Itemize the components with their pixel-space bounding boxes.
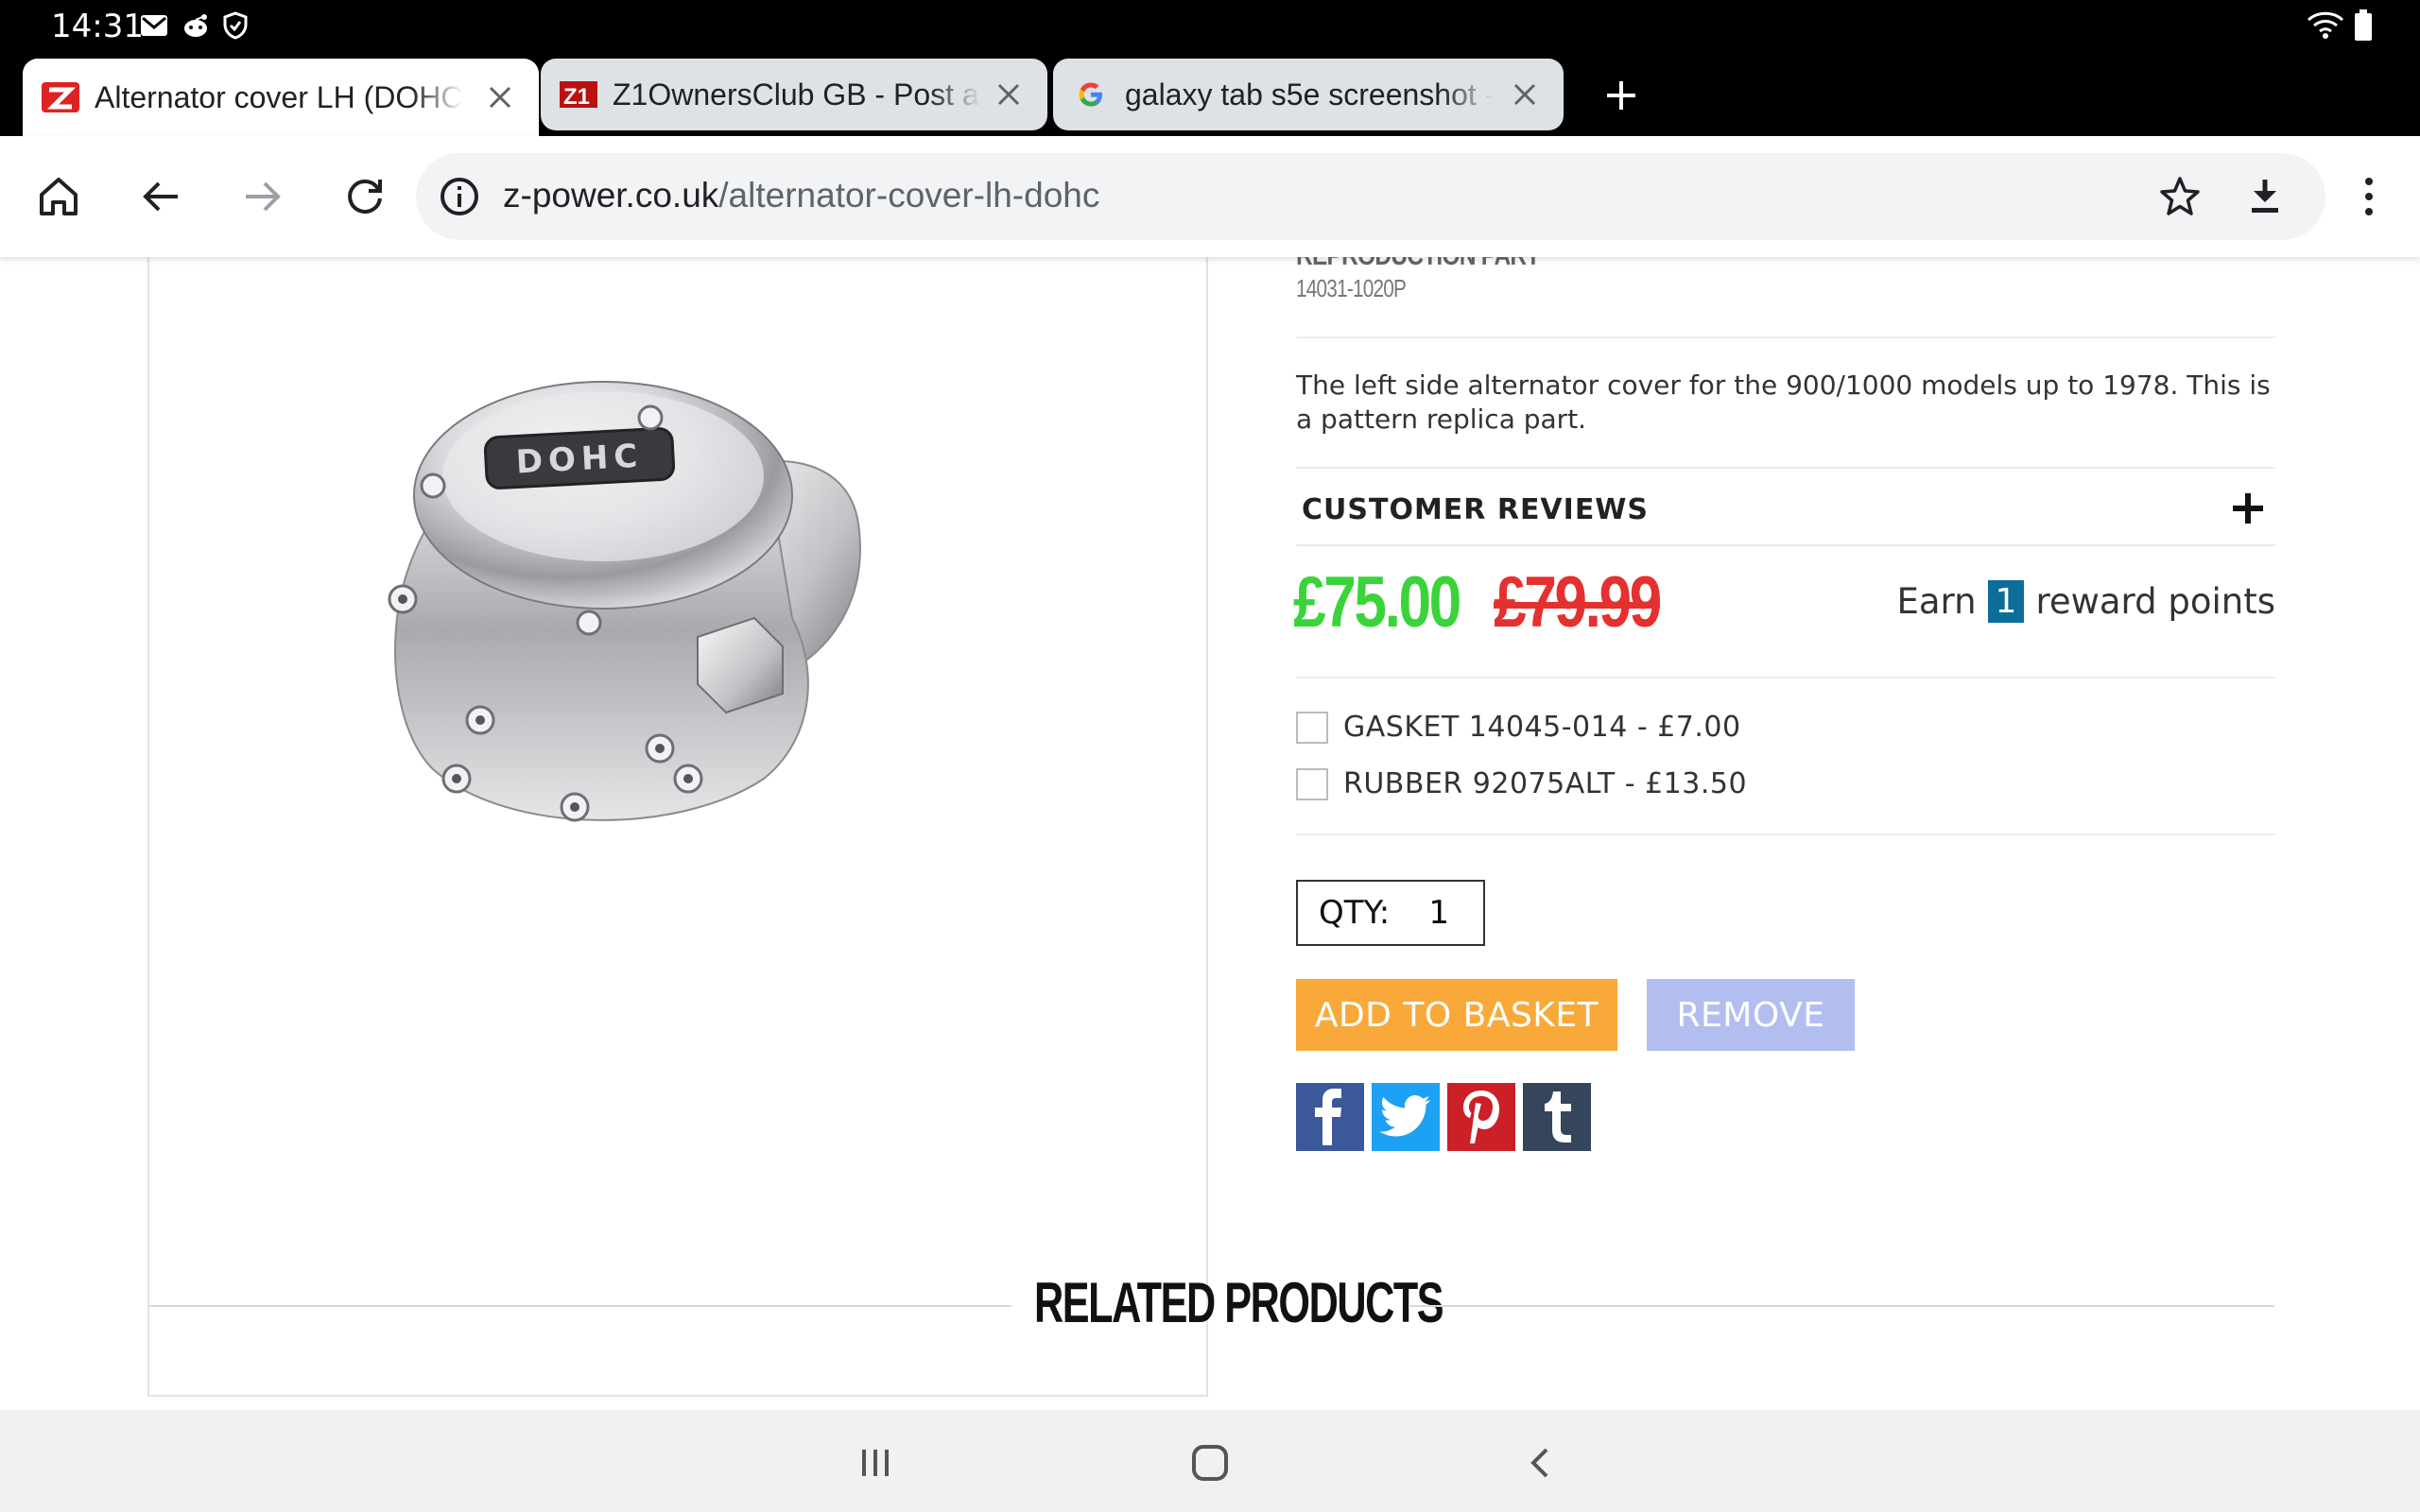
divider bbox=[1409, 1305, 2274, 1307]
wifi-icon bbox=[2307, 11, 2344, 39]
product-description: The left side alternator cover for the 9… bbox=[1296, 369, 2271, 435]
related-products-label: RELATED PRODUCTS bbox=[1034, 1271, 1444, 1334]
forward-button[interactable] bbox=[234, 168, 291, 225]
reddit-icon bbox=[184, 14, 207, 37]
qty-label: QTY: bbox=[1319, 894, 1391, 932]
points-badge: 1 bbox=[1987, 580, 2025, 623]
plus-icon[interactable] bbox=[2229, 490, 2267, 527]
chevron-left-icon bbox=[1530, 1448, 1548, 1478]
back-nav-button[interactable] bbox=[1514, 1436, 1567, 1489]
tab-title: Z1OwnersClub GB - Post a new topic bbox=[613, 77, 981, 112]
info-icon[interactable] bbox=[439, 176, 480, 217]
battery-icon bbox=[2355, 9, 2372, 41]
tab-inactive[interactable]: galaxy tab s5e screenshot - Google Searc… bbox=[1053, 59, 1564, 130]
close-tab-icon[interactable] bbox=[994, 80, 1023, 109]
home-nav-button[interactable] bbox=[1184, 1436, 1236, 1489]
related-products-heading: RELATED PRODUCTS bbox=[0, 1264, 2420, 1340]
facebook-share-button[interactable] bbox=[1296, 1083, 1364, 1151]
divider bbox=[1296, 467, 2275, 469]
divider bbox=[1296, 833, 2275, 835]
pinterest-share-button[interactable] bbox=[1447, 1083, 1515, 1151]
page-content: DOHC REPRODUCTION PART 14031-1020P The l… bbox=[0, 257, 2420, 1410]
bookmark-star-icon[interactable] bbox=[2157, 174, 2203, 219]
zpower-favicon-icon bbox=[42, 78, 79, 116]
twitter-share-button[interactable] bbox=[1372, 1083, 1440, 1151]
google-favicon-icon bbox=[1072, 76, 1110, 113]
option-label: GASKET 14045-014 - £7.00 bbox=[1343, 711, 1741, 744]
divider bbox=[147, 1305, 1011, 1307]
tab-strip: Alternator cover LH (DOHC) Z1 Owners Z1 … bbox=[0, 53, 2420, 136]
divider bbox=[1296, 336, 2275, 338]
recents-button[interactable] bbox=[849, 1436, 902, 1489]
option-label: RUBBER 92075ALT - £13.50 bbox=[1343, 767, 1748, 800]
tab-inactive[interactable]: Z1 Z1OwnersClub GB - Post a new topic bbox=[541, 59, 1047, 130]
z1-club-favicon-icon: Z1 bbox=[560, 76, 597, 113]
option-gasket[interactable]: GASKET 14045-014 - £7.00 bbox=[1296, 711, 1741, 744]
reload-button[interactable] bbox=[337, 168, 393, 225]
option-checkbox[interactable] bbox=[1296, 711, 1328, 744]
product-title: REPRODUCTION PART bbox=[1296, 257, 1540, 272]
arrow-right-icon bbox=[246, 181, 281, 212]
option-rubber[interactable]: RUBBER 92075ALT - £13.50 bbox=[1296, 767, 1747, 800]
pinterest-icon bbox=[1463, 1091, 1499, 1143]
tab-title: galaxy tab s5e screenshot - Google Searc… bbox=[1125, 77, 1494, 112]
close-tab-icon[interactable] bbox=[486, 83, 514, 112]
status-time: 14:31 bbox=[51, 8, 144, 45]
divider bbox=[1296, 677, 2275, 679]
url-text[interactable]: z-power.co.uk/alternator-cover-lh-dohc bbox=[503, 176, 1099, 215]
product-sku: 14031-1020P bbox=[1296, 274, 1407, 302]
home-icon bbox=[40, 178, 78, 215]
twitter-icon bbox=[1379, 1095, 1430, 1137]
product-image[interactable]: DOHC bbox=[367, 335, 934, 864]
arrow-left-icon bbox=[143, 181, 178, 212]
system-nav-bar bbox=[0, 1410, 2420, 1512]
price-original: £79.99 bbox=[1494, 562, 1662, 643]
notification-icons bbox=[140, 11, 248, 40]
svg-text:Z1: Z1 bbox=[563, 84, 590, 110]
new-tab-icon[interactable] bbox=[1598, 72, 1645, 119]
product-image-frame: DOHC bbox=[147, 257, 1208, 1397]
url-path: /alternator-cover-lh-dohc bbox=[718, 176, 1100, 215]
recents-icon bbox=[862, 1450, 889, 1476]
earn-suffix: reward points bbox=[2035, 581, 2275, 622]
tab-title: Alternator cover LH (DOHC) Z1 Owners bbox=[95, 79, 463, 114]
address-bar[interactable]: z-power.co.uk/alternator-cover-lh-dohc bbox=[416, 153, 2325, 240]
remove-button[interactable]: REMOVE bbox=[1647, 979, 1855, 1051]
earn-prefix: Earn bbox=[1896, 581, 1977, 622]
home-button[interactable] bbox=[30, 168, 87, 225]
add-to-basket-button[interactable]: ADD TO BASKET bbox=[1296, 979, 1617, 1051]
status-bar: 14:31 bbox=[0, 0, 2420, 53]
browser-toolbar: z-power.co.uk/alternator-cover-lh-dohc bbox=[0, 136, 2420, 257]
divider bbox=[1296, 544, 2275, 546]
url-host: z-power.co.uk bbox=[503, 176, 719, 215]
dohc-badge: DOHC bbox=[515, 438, 644, 482]
quantity-field[interactable]: QTY: bbox=[1296, 880, 1485, 946]
reward-points: Earn 1 reward points bbox=[1896, 580, 2275, 623]
kebab-menu-icon[interactable] bbox=[2350, 168, 2388, 225]
tumblr-icon bbox=[1545, 1091, 1571, 1143]
tumblr-share-button[interactable] bbox=[1523, 1083, 1591, 1151]
shield-icon bbox=[223, 11, 248, 40]
system-icons bbox=[2307, 9, 2373, 42]
download-icon[interactable] bbox=[2242, 174, 2288, 219]
facebook-icon bbox=[1315, 1089, 1341, 1145]
back-button[interactable] bbox=[132, 168, 189, 225]
reload-icon bbox=[348, 179, 382, 214]
gmail-icon bbox=[141, 15, 167, 36]
price-current: £75.00 bbox=[1293, 562, 1461, 643]
qty-input[interactable] bbox=[1409, 893, 1470, 933]
home-circle-icon bbox=[1192, 1445, 1228, 1481]
close-tab-icon[interactable] bbox=[1511, 80, 1539, 109]
customer-reviews-toggle[interactable]: CUSTOMER REVIEWS bbox=[1302, 493, 1649, 526]
tab-active[interactable]: Alternator cover LH (DOHC) Z1 Owners bbox=[23, 59, 539, 136]
option-checkbox[interactable] bbox=[1296, 767, 1328, 800]
